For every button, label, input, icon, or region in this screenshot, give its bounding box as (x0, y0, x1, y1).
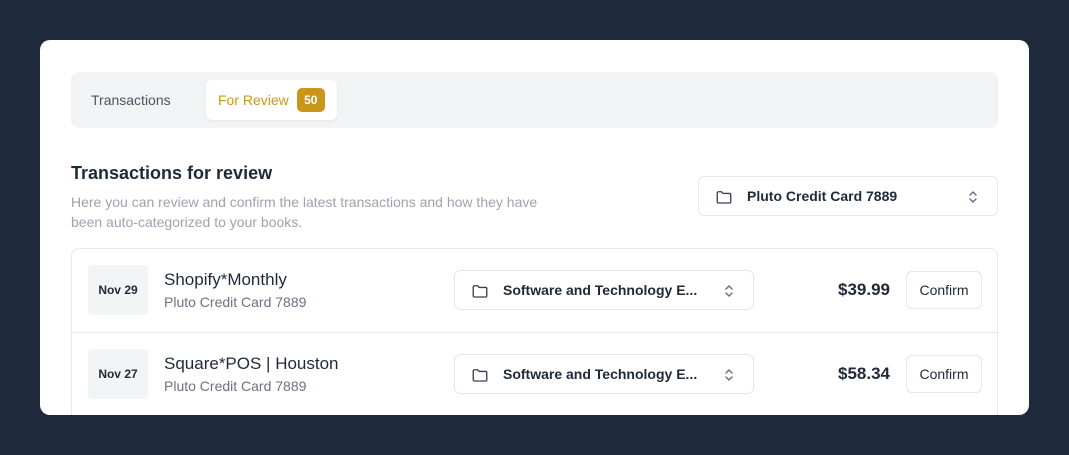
tab-bar: Transactions For Review 50 (71, 72, 998, 128)
tab-for-review-label: For Review (218, 92, 289, 108)
chevron-up-down-icon (969, 191, 977, 203)
confirm-button[interactable]: Confirm (906, 355, 982, 393)
transaction-date: Nov 29 (88, 265, 148, 315)
transaction-row: Nov 29 Shopify*Monthly Pluto Credit Card… (72, 249, 997, 332)
review-count-badge: 50 (296, 88, 325, 112)
review-card: Transactions For Review 50 Transactions … (40, 40, 1029, 415)
tab-for-review[interactable]: For Review 50 (206, 80, 337, 120)
category-select[interactable]: Software and Technology E... (454, 270, 754, 310)
transaction-row: Nov 27 Square*POS | Houston Pluto Credit… (72, 332, 997, 415)
transaction-merchant: Shopify*Monthly (164, 270, 287, 289)
tab-transactions-label: Transactions (91, 92, 171, 108)
category-select-value: Software and Technology E... (503, 282, 698, 298)
transaction-amount: $58.34 (838, 364, 890, 383)
folder-icon (716, 191, 732, 204)
confirm-button[interactable]: Confirm (906, 271, 982, 309)
transaction-amount: $39.99 (838, 280, 890, 299)
transaction-merchant: Square*POS | Houston (164, 354, 339, 373)
app-frame: Transactions For Review 50 Transactions … (0, 0, 1069, 455)
category-select-value: Software and Technology E... (503, 366, 698, 382)
chevron-up-down-icon (725, 285, 733, 297)
account-select[interactable]: Pluto Credit Card 7889 (698, 176, 998, 216)
chevron-up-down-icon (725, 369, 733, 381)
tab-transactions[interactable]: Transactions (91, 80, 171, 120)
account-select-value: Pluto Credit Card 7889 (747, 188, 898, 204)
transaction-list: Nov 29 Shopify*Monthly Pluto Credit Card… (71, 248, 998, 415)
category-select[interactable]: Software and Technology E... (454, 354, 754, 394)
page-title: Transactions for review (71, 163, 273, 183)
transaction-account: Pluto Credit Card 7889 (164, 294, 307, 310)
page-description: Here you can review and confirm the late… (71, 194, 538, 230)
transaction-account: Pluto Credit Card 7889 (164, 378, 307, 394)
folder-icon (472, 369, 488, 382)
folder-icon (472, 285, 488, 298)
transaction-date: Nov 27 (88, 349, 148, 399)
